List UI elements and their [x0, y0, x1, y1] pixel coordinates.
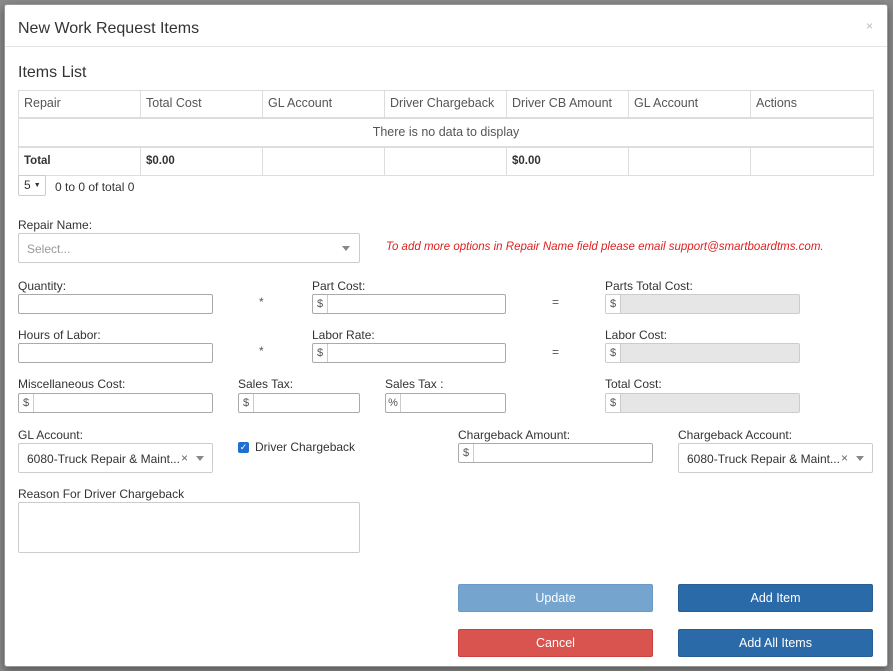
misc-cost-label: Miscellaneous Cost:: [18, 377, 126, 391]
caret-down-icon: ▼: [33, 182, 41, 189]
grid-header-row: Repair Total Cost GL Account Driver Char…: [19, 91, 873, 119]
column-header-actions: Actions: [756, 96, 797, 110]
part-cost-input[interactable]: $: [312, 294, 506, 314]
modal-header: New Work Request Items ×: [5, 5, 887, 47]
chargeback-account-value: 6080-Truck Repair & Maint...: [687, 452, 840, 466]
quantity-input[interactable]: [18, 294, 213, 314]
parts-total-input: $: [605, 294, 800, 314]
reason-textarea[interactable]: [18, 502, 360, 553]
dollar-addon: $: [606, 344, 621, 362]
empty-message: There is no data to display: [19, 119, 873, 148]
footer-total-label: Total: [19, 148, 141, 175]
column-header-repair[interactable]: Repair: [19, 91, 141, 117]
labor-rate-input[interactable]: $: [312, 343, 506, 363]
gl-account-select[interactable]: 6080-Truck Repair & Maint... ×: [18, 443, 213, 473]
total-cost-label: Total Cost:: [605, 377, 662, 391]
footer-cell: [385, 148, 507, 175]
add-item-button[interactable]: Add Item: [678, 584, 873, 612]
labor-rate-label: Labor Rate:: [312, 328, 375, 342]
chargeback-account-label: Chargeback Account:: [678, 428, 793, 442]
driver-chargeback-checkbox[interactable]: ✓: [238, 442, 249, 453]
driver-chargeback-label: Driver Chargeback: [255, 440, 356, 454]
chevron-down-icon: [196, 456, 204, 461]
sales-tax-label: Sales Tax:: [238, 377, 294, 391]
chargeback-account-select[interactable]: 6080-Truck Repair & Maint... ×: [678, 443, 873, 473]
dollar-addon: $: [313, 344, 328, 362]
footer-total-cost: $0.00: [141, 148, 263, 175]
repair-name-hint: To add more options in Repair Name field…: [386, 241, 824, 253]
equals-sign: =: [552, 295, 560, 309]
sales-tax-percent-label: Sales Tax :: [385, 377, 444, 391]
modal-title: New Work Request Items: [18, 20, 200, 37]
items-list-title: Items List: [18, 64, 87, 81]
multiply-sign: *: [259, 295, 264, 309]
footer-cell: [751, 148, 873, 175]
grid-footer-row: Total $0.00 $0.00: [19, 148, 873, 175]
dollar-addon: $: [313, 295, 328, 313]
dollar-addon: $: [19, 394, 34, 412]
chargeback-amount-label: Chargeback Amount:: [458, 428, 571, 442]
total-cost-input: $: [605, 393, 800, 413]
update-button[interactable]: Update: [458, 584, 653, 612]
footer-cell: [263, 148, 385, 175]
column-header-driver-chargeback[interactable]: Driver Chargeback: [385, 91, 507, 117]
parts-total-label: Parts Total Cost:: [605, 279, 693, 293]
add-all-items-button[interactable]: Add All Items: [678, 629, 873, 657]
part-cost-label: Part Cost:: [312, 279, 366, 293]
footer-cb-amount: $0.00: [507, 148, 629, 175]
column-header-gl-account-2[interactable]: GL Account: [629, 91, 751, 117]
column-header-driver-cb-amount[interactable]: Driver CB Amount: [507, 91, 629, 117]
labor-cost-input: $: [605, 343, 800, 363]
items-grid: Repair Total Cost GL Account Driver Char…: [18, 90, 874, 176]
clear-icon[interactable]: ×: [181, 451, 188, 465]
pager-info: 0 to 0 of total 0: [55, 180, 135, 194]
dollar-addon: $: [239, 394, 254, 412]
chevron-down-icon: [342, 246, 350, 251]
percent-addon: %: [386, 394, 401, 412]
footer-cell: [629, 148, 751, 175]
reason-label: Reason For Driver Chargeback: [18, 487, 185, 501]
chargeback-amount-input[interactable]: $: [458, 443, 653, 463]
repair-name-placeholder: Select...: [27, 242, 71, 256]
gl-account-value: 6080-Truck Repair & Maint...: [27, 452, 180, 466]
misc-cost-input[interactable]: $: [18, 393, 213, 413]
column-header-gl-account[interactable]: GL Account: [263, 91, 385, 117]
close-icon[interactable]: ×: [866, 19, 873, 33]
dollar-addon: $: [606, 295, 621, 313]
repair-name-select[interactable]: Select...: [18, 233, 360, 263]
multiply-sign: *: [259, 344, 264, 358]
dollar-addon: $: [459, 444, 474, 462]
labor-cost-label: Labor Cost:: [605, 328, 668, 342]
clear-icon[interactable]: ×: [841, 451, 848, 465]
work-request-items-modal: New Work Request Items × Items List Repa…: [4, 4, 888, 667]
repair-name-label: Repair Name:: [18, 218, 93, 232]
page-size-value: 5: [24, 178, 31, 192]
sales-tax-input[interactable]: $: [238, 393, 360, 413]
quantity-label: Quantity:: [18, 279, 67, 293]
hours-label: Hours of Labor:: [18, 328, 101, 342]
equals-sign: =: [552, 345, 560, 359]
page-size-select[interactable]: 5 ▼: [18, 175, 46, 196]
chevron-down-icon: [856, 456, 864, 461]
hours-input[interactable]: [18, 343, 213, 363]
dollar-addon: $: [606, 394, 621, 412]
gl-account-label: GL Account:: [18, 428, 83, 442]
cancel-button[interactable]: Cancel: [458, 629, 653, 657]
column-header-total-cost[interactable]: Total Cost: [141, 91, 263, 117]
sales-tax-percent-input[interactable]: %: [385, 393, 506, 413]
